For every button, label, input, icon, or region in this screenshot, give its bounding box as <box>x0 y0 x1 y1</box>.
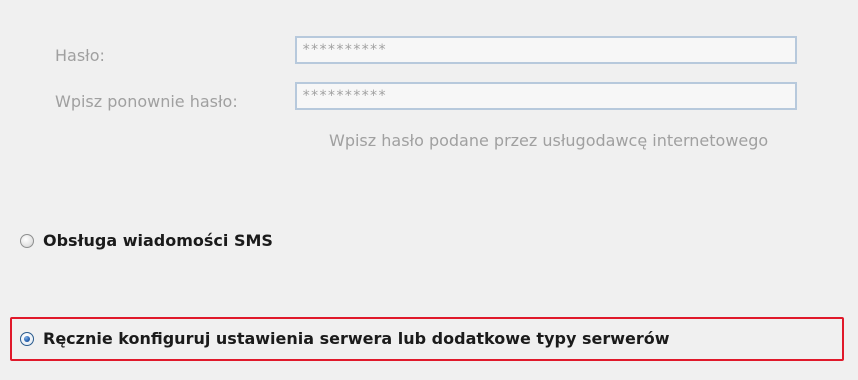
radio-selected-dot <box>24 336 30 342</box>
password-label: Hasło: <box>55 46 105 65</box>
manual-config-option-label: Ręcznie konfiguruj ustawienia serwera lu… <box>43 329 670 348</box>
manual-config-radio-button[interactable] <box>20 332 34 346</box>
sms-radio-button[interactable] <box>20 234 34 248</box>
password-field[interactable]: ********** <box>295 36 797 64</box>
sms-option[interactable]: Obsługa wiadomości SMS <box>20 228 273 254</box>
sms-option-label: Obsługa wiadomości SMS <box>43 231 273 250</box>
password-hint: Wpisz hasło podane przez usługodawcę int… <box>329 131 769 150</box>
manual-config-option[interactable]: Ręcznie konfiguruj ustawienia serwera lu… <box>20 326 670 352</box>
confirm-password-field[interactable]: ********** <box>295 82 797 110</box>
confirm-password-label: Wpisz ponownie hasło: <box>55 92 238 111</box>
